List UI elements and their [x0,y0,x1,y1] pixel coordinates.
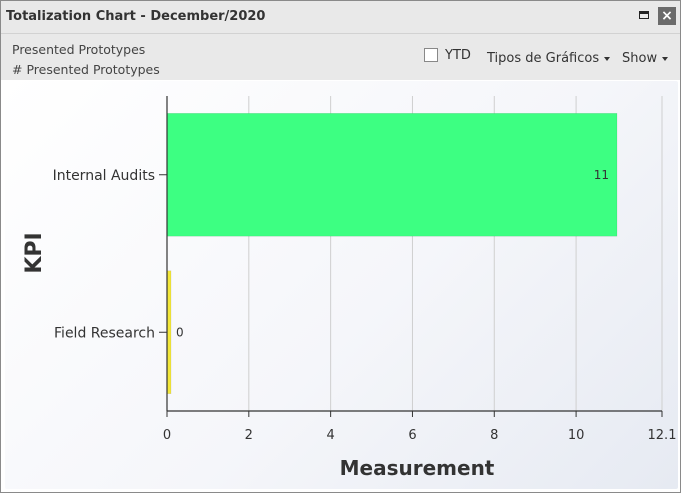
bar-chart: 0 2 4 6 8 10 12.1 Internal Audits 11 Field Resear… [22,96,677,480]
data-label: 0 [176,325,184,339]
category-label: Field Research [54,325,155,341]
x-tick-label: 8 [490,428,498,443]
x-tick-label: 2 [245,428,253,443]
x-axis-title: Measurement [340,456,495,480]
bar [166,270,172,394]
x-tick-label: 10 [568,428,585,443]
chart-window: Totalization Chart - December/2020 × Pre… [0,0,681,493]
x-tick-label: 12.1 [648,428,677,443]
x-tick-label: 4 [326,428,334,443]
y-axis-title: KPI [22,232,47,273]
bar [166,113,618,237]
x-tick-label: 6 [408,428,416,443]
category-label: Internal Audits [53,168,155,184]
x-tick-label: 0 [163,428,171,443]
data-label: 11 [594,168,609,182]
